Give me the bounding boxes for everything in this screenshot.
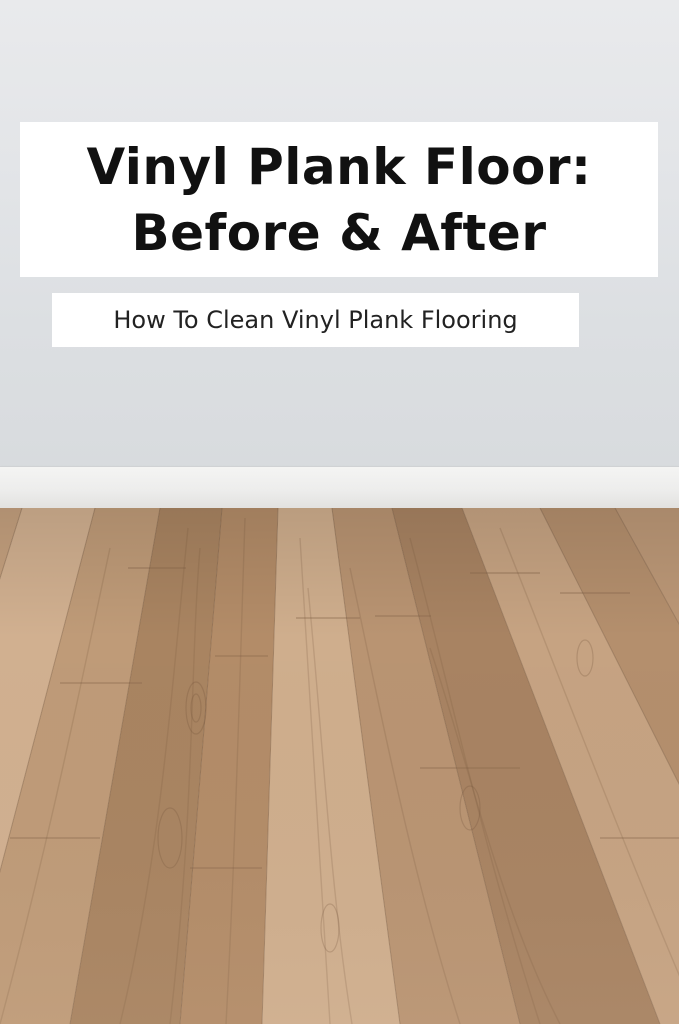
title-line-1: Vinyl Plank Floor:: [86, 137, 592, 196]
white-baseboard: [0, 466, 679, 509]
pin-image: Vinyl Plank Floor: Before & After How To…: [0, 0, 679, 1024]
subtitle-text: How To Clean Vinyl Plank Flooring: [113, 306, 518, 334]
wood-plank-floor: [0, 508, 679, 1024]
title-line-2: Before & After: [131, 203, 547, 262]
title-banner: Vinyl Plank Floor: Before & After: [20, 122, 658, 277]
subtitle-banner: How To Clean Vinyl Plank Flooring: [52, 293, 579, 347]
